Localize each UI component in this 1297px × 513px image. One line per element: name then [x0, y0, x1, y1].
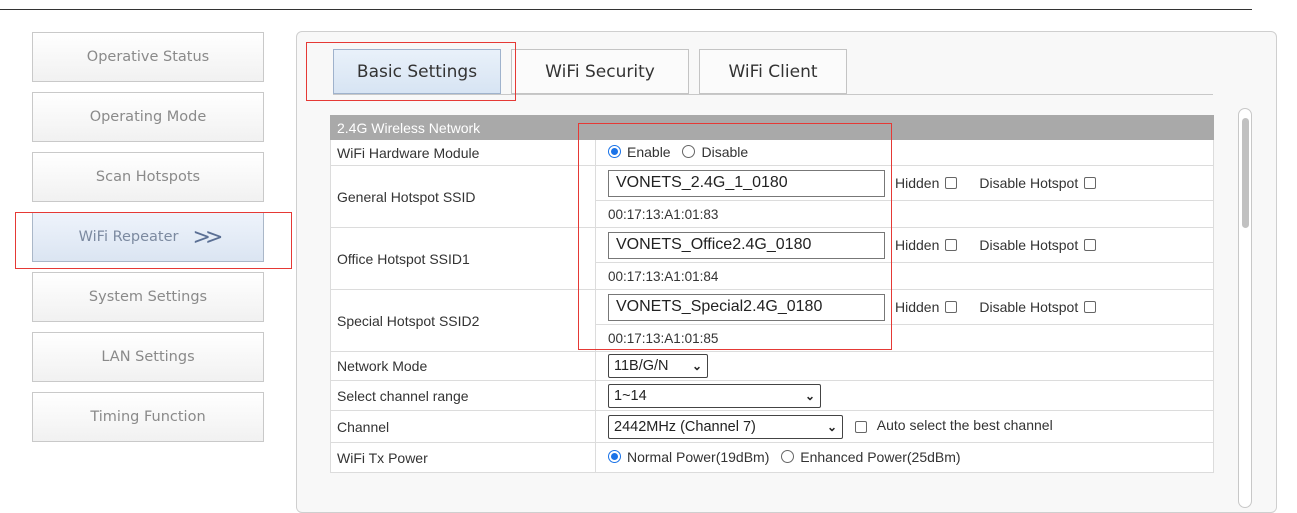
sidebar-item-label: Scan Hotspots	[95, 169, 201, 185]
table-row: WiFi Tx Power Normal Power(19dBm) Enhanc…	[330, 442, 1214, 473]
hidden-label: Hidden	[895, 175, 940, 191]
sidebar-item-label: Timing Function	[90, 409, 206, 425]
hidden-checkbox[interactable]	[945, 239, 958, 251]
sidebar-item-label: System Settings	[88, 289, 208, 305]
radio-unselected-icon[interactable]	[682, 145, 696, 159]
table-row: General Hotspot SSID Hidden Disable Hots…	[330, 165, 1214, 228]
normal-power-option[interactable]: Normal Power(19dBm)	[608, 449, 769, 465]
auto-channel-checkbox[interactable]	[854, 420, 867, 433]
disable-hotspot-label: Disable Hotspot	[979, 299, 1079, 315]
disable-radio-option[interactable]: Disable	[682, 144, 748, 160]
tab-wifi-client[interactable]: WiFi Client	[699, 49, 847, 94]
mac-address: 00:17:13:A1:01:84	[596, 262, 1213, 289]
disable-hotspot-label: Disable Hotspot	[979, 237, 1079, 253]
sidebar-nav: Operative Status Operating Mode Scan Hot…	[32, 32, 264, 452]
office-ssid-input[interactable]	[608, 231, 885, 259]
ssid-label: Special Hotspot SSID2	[330, 289, 596, 352]
tx-power-label: WiFi Tx Power	[330, 442, 596, 473]
disable-hotspot-checkbox[interactable]	[1084, 301, 1097, 313]
sidebar-item-label: Operative Status	[86, 49, 210, 65]
table-row: WiFi Hardware Module Enable Disable	[330, 139, 1214, 166]
ssid-label: General Hotspot SSID	[330, 165, 596, 228]
radio-selected-icon[interactable]	[608, 145, 621, 159]
channel-value: 2442MHz (Channel 7)	[614, 418, 756, 435]
enable-radio-option[interactable]: Enable	[608, 144, 671, 160]
network-mode-label: Network Mode	[330, 351, 596, 381]
hidden-checkbox[interactable]	[945, 177, 958, 189]
special-ssid-input[interactable]	[608, 293, 885, 321]
disable-label: Disable	[701, 143, 749, 160]
sidebar-item-scan-hotspots[interactable]: Scan Hotspots	[32, 152, 264, 202]
mac-address: 00:17:13:A1:01:85	[596, 324, 1213, 351]
table-row: Office Hotspot SSID1 Hidden Disable Hots…	[330, 227, 1214, 290]
channel-range-value: 1~14	[614, 387, 647, 404]
sidebar-item-label: WiFi Repeater	[78, 229, 179, 245]
channel-range-label: Select channel range	[330, 380, 596, 411]
channel-range-select[interactable]: 1~14 ⌄	[608, 383, 821, 408]
top-divider	[0, 9, 1252, 10]
hidden-label: Hidden	[895, 299, 940, 315]
scrollbar-thumb[interactable]	[1242, 118, 1249, 228]
table-row: Select channel range 1~14 ⌄	[330, 380, 1214, 411]
section-header: 2.4G Wireless Network	[330, 115, 1214, 140]
hidden-label: Hidden	[895, 237, 940, 253]
radio-selected-icon[interactable]	[608, 450, 621, 464]
wireless-settings-table: 2.4G Wireless Network WiFi Hardware Modu…	[330, 115, 1214, 473]
chevron-down-icon: ⌄	[826, 419, 837, 434]
disable-hotspot-checkbox[interactable]	[1084, 239, 1097, 251]
sidebar-item-system-settings[interactable]: System Settings	[32, 272, 264, 322]
mac-address: 00:17:13:A1:01:83	[596, 200, 1213, 227]
enhanced-power-label: Enhanced Power(25dBm)	[800, 448, 961, 465]
table-row: Special Hotspot SSID2 Hidden Disable Hot…	[330, 289, 1214, 352]
tab-wifi-security[interactable]: WiFi Security	[511, 49, 689, 94]
network-mode-value: 11B/G/N	[614, 358, 669, 374]
sidebar-item-operative-status[interactable]: Operative Status	[32, 32, 264, 82]
channel-select[interactable]: 2442MHz (Channel 7) ⌄	[608, 414, 843, 439]
tab-bar: Basic Settings WiFi Security WiFi Client	[333, 49, 847, 94]
sidebar-item-label: Operating Mode	[89, 109, 207, 125]
network-mode-select[interactable]: 11B/G/N ⌄	[608, 354, 708, 378]
radio-unselected-icon[interactable]	[781, 450, 795, 464]
ssid-label: Office Hotspot SSID1	[330, 227, 596, 290]
table-row: Channel 2442MHz (Channel 7) ⌄ Auto select…	[330, 410, 1214, 443]
normal-power-label: Normal Power(19dBm)	[627, 448, 770, 465]
chevron-down-icon: ⌄	[804, 388, 815, 403]
enable-label: Enable	[627, 143, 671, 160]
disable-hotspot-checkbox[interactable]	[1084, 177, 1097, 189]
sidebar-item-lan-settings[interactable]: LAN Settings	[32, 332, 264, 382]
auto-channel-label: Auto select the best channel	[876, 417, 1053, 434]
sidebar-item-label: LAN Settings	[101, 349, 195, 365]
hardware-module-label: WiFi Hardware Module	[330, 139, 596, 166]
tab-basic-settings[interactable]: Basic Settings	[333, 49, 501, 94]
chevron-down-icon: ⌄	[691, 359, 702, 373]
hidden-checkbox[interactable]	[945, 301, 958, 313]
double-chevron-right-icon: >>	[192, 224, 224, 250]
sidebar-item-timing-function[interactable]: Timing Function	[32, 392, 264, 442]
sidebar-item-wifi-repeater[interactable]: WiFi Repeater >>	[32, 212, 264, 262]
general-ssid-input[interactable]	[608, 169, 885, 197]
table-row: Network Mode 11B/G/N ⌄	[330, 351, 1214, 381]
enhanced-power-option[interactable]: Enhanced Power(25dBm)	[781, 448, 961, 465]
channel-label: Channel	[330, 410, 596, 443]
disable-hotspot-label: Disable Hotspot	[979, 175, 1079, 191]
sidebar-item-operating-mode[interactable]: Operating Mode	[32, 92, 264, 142]
tab-divider	[333, 94, 1213, 95]
